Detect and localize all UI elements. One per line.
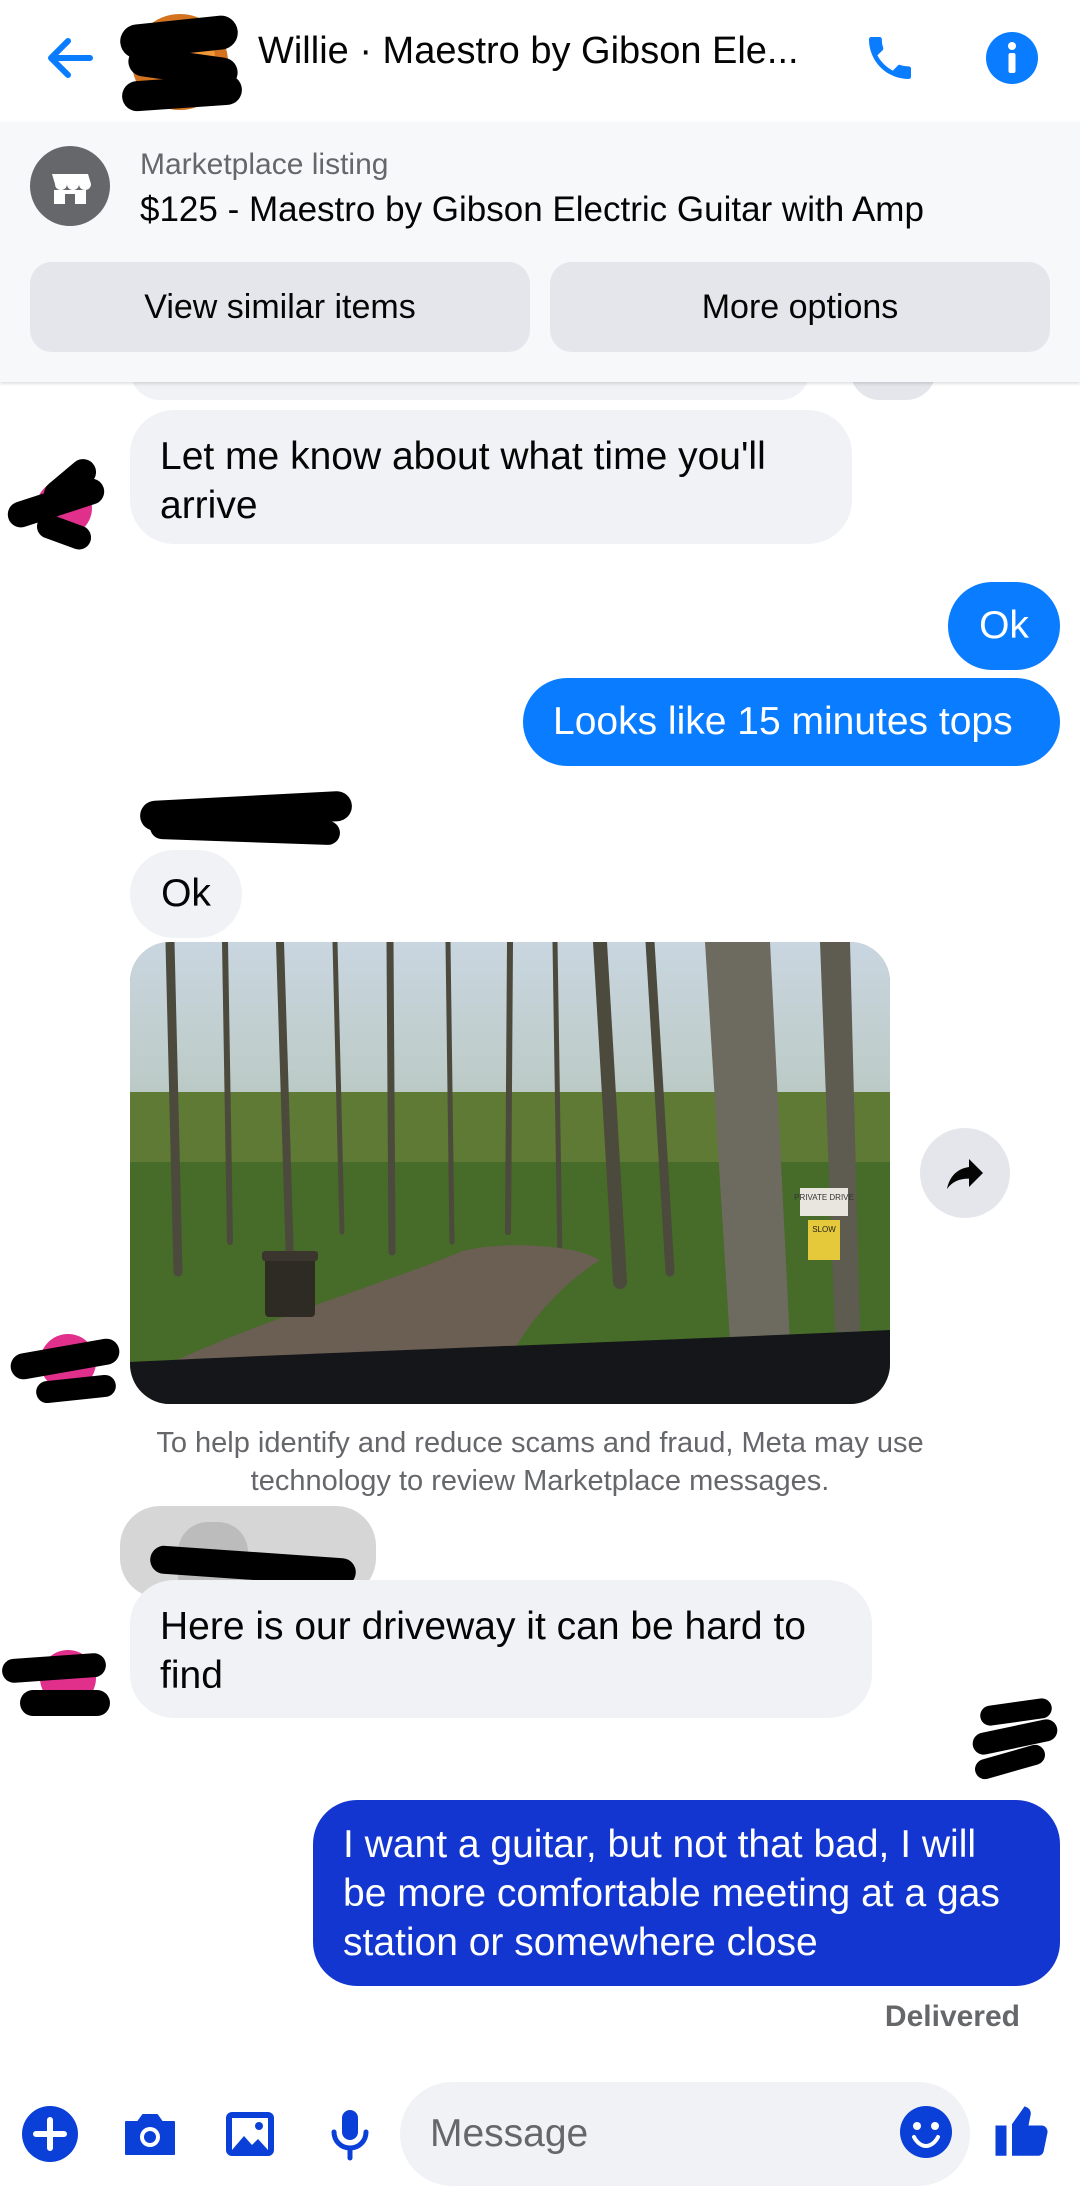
- emoji-icon[interactable]: [896, 2102, 956, 2162]
- gallery-icon[interactable]: [220, 2104, 280, 2164]
- message-bubble[interactable]: Here is our driveway it can be hard to f…: [130, 1580, 872, 1718]
- thumbs-up-icon[interactable]: [990, 2098, 1056, 2164]
- listing-title[interactable]: $125 - Maestro by Gibson Electric Guitar…: [140, 190, 924, 230]
- info-icon[interactable]: [984, 30, 1040, 86]
- back-arrow-icon[interactable]: [40, 28, 100, 88]
- listing-label: Marketplace listing: [140, 148, 389, 181]
- message-bubble[interactable]: Let me know about what time you'll arriv…: [130, 410, 852, 544]
- marketplace-listing-banner: Marketplace listing $125 - Maestro by Gi…: [0, 122, 1080, 382]
- message-bubble[interactable]: Ok: [130, 850, 242, 938]
- phone-icon[interactable]: [862, 30, 918, 86]
- microphone-icon[interactable]: [320, 2104, 380, 2164]
- message-bubble[interactable]: Ok: [948, 582, 1060, 670]
- redaction-mark: [20, 1690, 110, 1716]
- message-bubble[interactable]: I want a guitar, but not that bad, I wil…: [313, 1800, 1060, 1986]
- camera-icon[interactable]: [120, 2104, 180, 2164]
- message-bubble[interactable]: Looks like 15 minutes tops: [523, 678, 1060, 766]
- forward-arrow-icon: [947, 1159, 983, 1189]
- conversation-title[interactable]: Willie · Maestro by Gibson Ele...: [258, 30, 838, 73]
- storefront-icon: [30, 146, 110, 226]
- view-similar-items-button[interactable]: View similar items: [30, 262, 530, 352]
- delivery-status: Delivered: [884, 2000, 1020, 2033]
- message-input[interactable]: [400, 2082, 970, 2186]
- share-button[interactable]: [920, 1128, 1010, 1218]
- more-options-button[interactable]: More options: [550, 262, 1050, 352]
- chat-header: Willie · Maestro by Gibson Ele...: [0, 0, 1080, 122]
- driveway-photo[interactable]: PRIVATE DRIVE SLOW: [130, 942, 890, 1404]
- sign-text: SLOW: [812, 1225, 836, 1234]
- sign-text: PRIVATE DRIVE: [794, 1193, 854, 1202]
- safety-notice: To help identify and reduce scams and fr…: [156, 1427, 924, 1497]
- plus-icon[interactable]: [20, 2104, 80, 2164]
